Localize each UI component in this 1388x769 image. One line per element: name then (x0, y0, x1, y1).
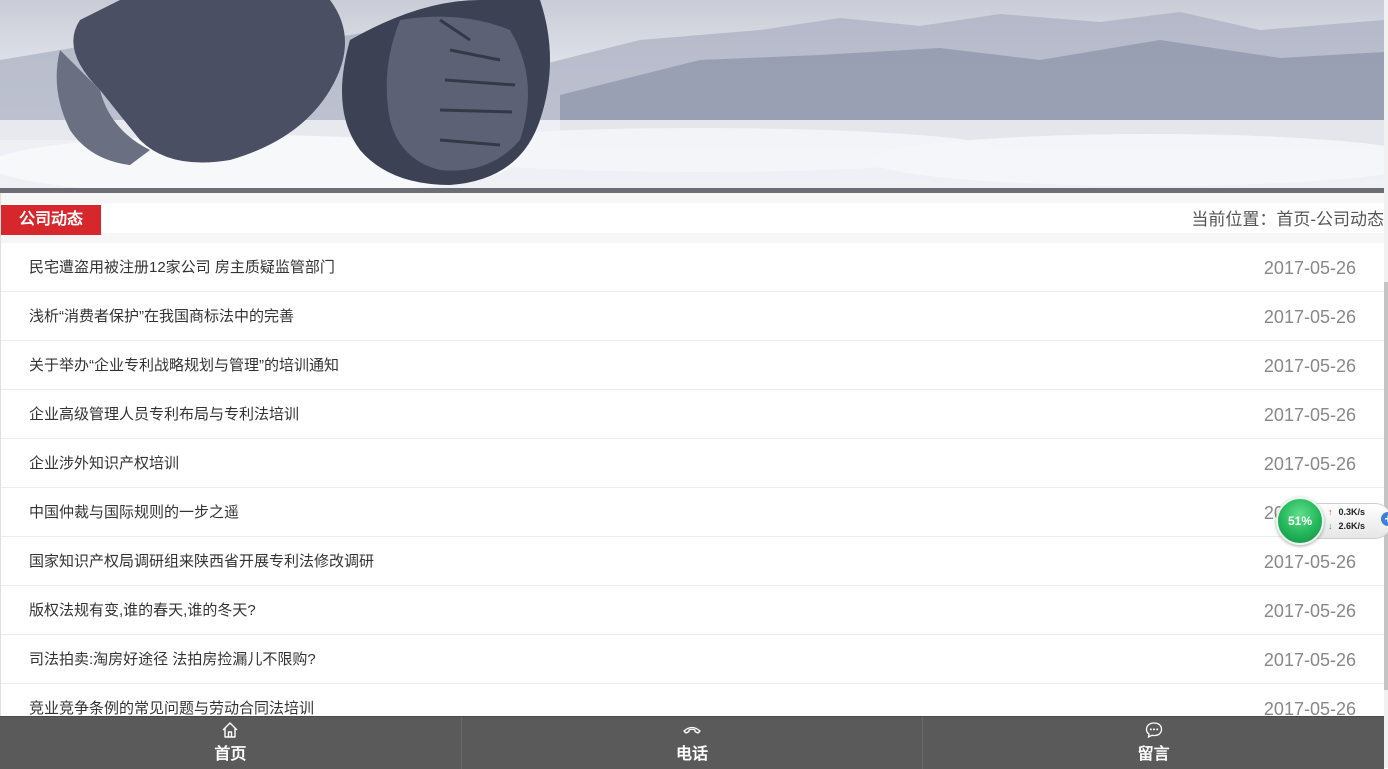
news-item[interactable]: 民宅遭盗用被注册12家公司 房主质疑监管部门 2017-05-26 (0, 243, 1384, 292)
plus-icon[interactable]: + (1381, 512, 1388, 526)
news-title[interactable]: 关于举办“企业专利战略规划与管理”的培训通知 (29, 341, 339, 391)
news-item[interactable]: 企业涉外知识产权培训 2017-05-26 (0, 439, 1384, 488)
news-date: 2017-05-26 (1263, 552, 1356, 572)
news-title[interactable]: 国家知识产权局调研组来陕西省开展专利法修改调研 (29, 537, 374, 587)
news-list: 民宅遭盗用被注册12家公司 房主质疑监管部门 2017-05-26 浅析“消费者… (0, 243, 1384, 733)
upload-speed: ↑ 0.3K/s (1328, 507, 1365, 517)
news-item[interactable]: 企业高级管理人员专利布局与专利法培训 2017-05-26 (0, 390, 1384, 439)
news-date: 2017-05-26 (1263, 405, 1356, 425)
news-title[interactable]: 企业涉外知识产权培训 (29, 439, 179, 489)
news-item[interactable]: 关于举办“企业专利战略规划与管理”的培训通知 2017-05-26 (0, 341, 1384, 390)
news-item[interactable]: 国家知识产权局调研组来陕西省开展专利法修改调研 2017-05-26 (0, 537, 1384, 586)
news-item[interactable]: 版权法规有变,谁的春天,谁的冬天? 2017-05-26 (0, 586, 1384, 635)
memory-usage-circle[interactable]: 51% (1276, 497, 1324, 545)
chat-bubble-icon (1145, 722, 1162, 739)
home-icon (222, 722, 238, 738)
phone-icon (683, 726, 701, 734)
scrollbar-thumb[interactable] (1384, 282, 1388, 690)
arrow-up-icon: ↑ (1328, 507, 1333, 517)
news-date: 2017-05-26 (1263, 454, 1356, 474)
news-title[interactable]: 浅析“消费者保护”在我国商标法中的完善 (29, 292, 294, 342)
banner-landscape-image (0, 0, 1384, 190)
bottom-nav: 首页 电话 留言 (0, 716, 1384, 769)
network-speed-widget[interactable]: 51% ↑ 0.3K/s ↓ 2.6K/s + (1276, 497, 1388, 545)
news-title[interactable]: 民宅遭盗用被注册12家公司 房主质疑监管部门 (29, 243, 335, 293)
news-title[interactable]: 企业高级管理人员专利布局与专利法培训 (29, 390, 299, 440)
upload-speed-value: 0.3K/s (1338, 507, 1366, 517)
section-header: 公司动态 当前位置：首页-公司动态 (0, 193, 1384, 243)
arrow-down-icon: ↓ (1328, 521, 1333, 531)
news-date: 2017-05-26 (1263, 650, 1356, 670)
news-item[interactable]: 浅析“消费者保护”在我国商标法中的完善 2017-05-26 (0, 292, 1384, 341)
download-speed: ↓ 2.6K/s (1328, 521, 1365, 531)
nav-home-button[interactable]: 首页 (0, 717, 462, 769)
nav-message-label: 留言 (1137, 746, 1170, 763)
section-title: 公司动态 (1, 205, 101, 235)
news-item[interactable]: 司法拍卖:淘房好途径 法拍房捡漏儿不限购? 2017-05-26 (0, 635, 1384, 684)
news-date: 2017-05-26 (1263, 307, 1356, 327)
nav-phone-label: 电话 (676, 746, 709, 763)
nav-message-button[interactable]: 留言 (923, 717, 1384, 769)
section-strip (0, 203, 1384, 233)
news-date: 2017-05-26 (1263, 258, 1356, 278)
news-title[interactable]: 中国仲裁与国际规则的一步之遥 (29, 488, 239, 538)
news-title[interactable]: 版权法规有变,谁的春天,谁的冬天? (29, 586, 256, 636)
breadcrumb: 当前位置：首页-公司动态 (1191, 210, 1384, 229)
nav-phone-button[interactable]: 电话 (462, 717, 924, 769)
news-item[interactable]: 中国仲裁与国际规则的一步之遥 2017-05-26 (0, 488, 1384, 537)
download-speed-value: 2.6K/s (1338, 521, 1366, 531)
nav-home-label: 首页 (214, 746, 247, 763)
news-title[interactable]: 司法拍卖:淘房好途径 法拍房捡漏儿不限购? (29, 635, 316, 685)
content-left-border (0, 193, 1, 768)
news-date: 2017-05-26 (1263, 356, 1356, 376)
news-date: 2017-05-26 (1263, 601, 1356, 621)
hero-banner (0, 0, 1384, 190)
